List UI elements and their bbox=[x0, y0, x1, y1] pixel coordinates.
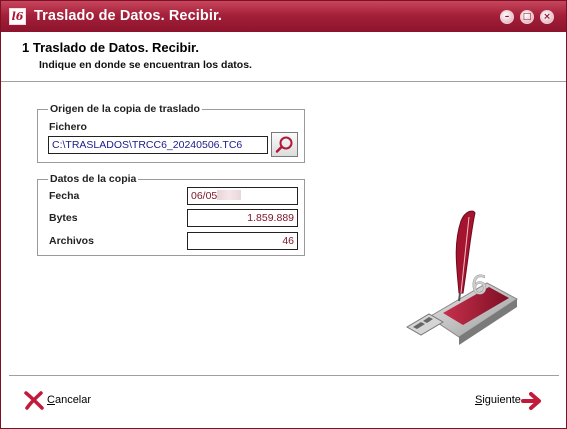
cancel-x-icon bbox=[24, 391, 44, 410]
minimize-button[interactable]: – bbox=[500, 10, 514, 24]
window-title: Traslado de Datos. Recibir. bbox=[34, 8, 223, 24]
search-icon bbox=[275, 136, 293, 153]
origin-group: Origen de la copia de traslado bbox=[37, 103, 305, 163]
date-value: 06/05 bbox=[191, 190, 218, 202]
title-bar: l6 Traslado de Datos. Recibir. – □ × bbox=[1, 1, 566, 32]
origin-legend: Origen de la copia de traslado bbox=[50, 103, 200, 115]
app-logo-icon: l6 bbox=[9, 8, 26, 25]
header-divider bbox=[1, 81, 566, 83]
svg-text:6: 6 bbox=[471, 271, 488, 301]
file-path-field[interactable]: C:\TRASLADOS\TRCC6_20240506.TC6 bbox=[48, 136, 268, 154]
arrow-right-icon bbox=[521, 392, 541, 410]
bytes-field: 1.859.889 bbox=[187, 209, 298, 227]
bytes-label: Bytes bbox=[49, 212, 78, 224]
next-label: iguiente bbox=[482, 394, 521, 406]
copy-data-legend: Datos de la copia bbox=[50, 173, 137, 185]
browse-button[interactable] bbox=[271, 132, 298, 157]
files-field: 46 bbox=[187, 232, 298, 250]
close-button[interactable]: × bbox=[540, 10, 554, 24]
cancel-mnemonic: C bbox=[47, 394, 55, 406]
files-label: Archivos bbox=[49, 235, 94, 247]
usb-quill-illustration: 6 bbox=[406, 210, 518, 345]
file-label: Fichero bbox=[49, 121, 87, 133]
wizard-window: l6 Traslado de Datos. Recibir. – □ × 1 T… bbox=[0, 0, 567, 429]
step-subtitle: Indique en donde se encuentran los datos… bbox=[39, 59, 252, 71]
date-label: Fecha bbox=[49, 190, 80, 202]
date-field: 06/05 bbox=[187, 187, 298, 205]
redacted-mark bbox=[217, 190, 242, 200]
step-title: 1 Traslado de Datos. Recibir. bbox=[22, 40, 200, 55]
footer-divider bbox=[9, 375, 559, 377]
next-button[interactable]: Siguiente bbox=[475, 392, 545, 412]
wizard-header: 1 Traslado de Datos. Recibir. Indique en… bbox=[1, 32, 566, 82]
maximize-button[interactable]: □ bbox=[520, 10, 534, 24]
cancel-label: ancelar bbox=[54, 394, 92, 406]
